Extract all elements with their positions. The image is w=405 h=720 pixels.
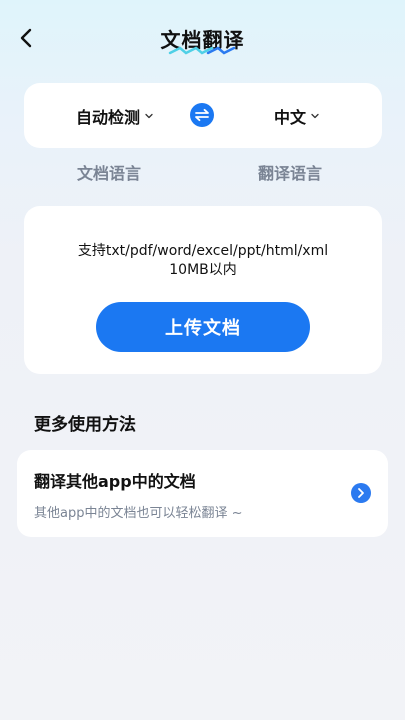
- title-underline-decoration: [168, 46, 236, 55]
- target-language-label: 中文: [274, 107, 307, 127]
- header: 文档翻译: [0, 0, 405, 80]
- file-size-limit: 10MB以内: [169, 262, 237, 278]
- method-item-arrow-button[interactable]: [351, 483, 371, 503]
- target-language-caption: 翻译语言: [258, 164, 323, 183]
- method-item-description: 其他app中的文档也可以轻松翻译 ~: [34, 506, 243, 521]
- target-language-dropdown[interactable]: 中文: [274, 83, 320, 148]
- swap-languages-button[interactable]: [190, 103, 214, 127]
- upload-card: 支持txt/pdf/word/excel/ppt/html/xml 10MB以内…: [24, 206, 382, 374]
- more-methods-title: 更多使用方法: [34, 415, 136, 435]
- chevron-down-icon: [311, 113, 319, 118]
- source-language-caption: 文档语言: [77, 164, 142, 183]
- swap-arrows-icon: [195, 108, 209, 122]
- supported-formats-text: 支持txt/pdf/word/excel/ppt/html/xml 10MB以内: [24, 242, 382, 280]
- source-language-dropdown[interactable]: 自动检测: [76, 83, 154, 148]
- upload-document-button[interactable]: 上传文档: [96, 302, 310, 352]
- chevron-down-icon: [145, 113, 153, 118]
- method-item-title: 翻译其他app中的文档: [34, 472, 196, 491]
- source-language-label: 自动检测: [76, 107, 141, 127]
- supported-formats-line: 支持txt/pdf/word/excel/ppt/html/xml: [77, 243, 329, 259]
- chevron-right-icon: [358, 488, 364, 498]
- language-selector-card: 自动检测 中文: [24, 83, 382, 148]
- method-item-other-apps[interactable]: 翻译其他app中的文档 其他app中的文档也可以轻松翻译 ~: [17, 450, 388, 537]
